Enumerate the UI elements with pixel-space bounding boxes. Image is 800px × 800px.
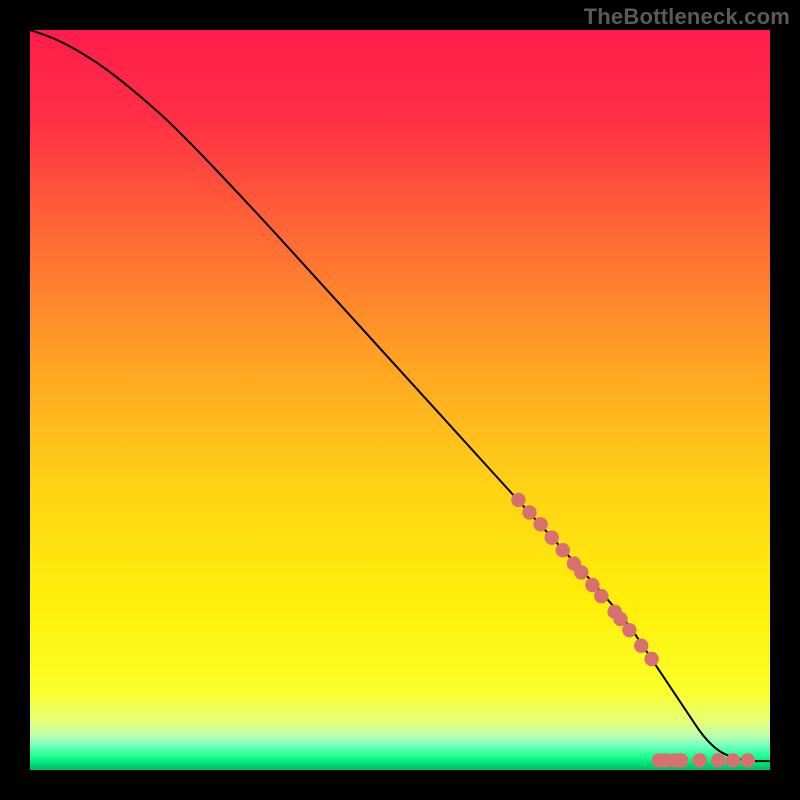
data-marker: [545, 530, 559, 544]
data-marker: [741, 753, 755, 767]
watermark-text: TheBottleneck.com: [584, 4, 790, 30]
data-marker: [634, 638, 648, 652]
chart-svg: [30, 30, 770, 770]
data-marker: [522, 505, 536, 519]
data-marker: [574, 565, 588, 579]
data-marker: [556, 543, 570, 557]
data-marker: [622, 623, 636, 637]
marker-group: [511, 493, 755, 768]
data-marker: [594, 589, 608, 603]
data-marker: [693, 753, 707, 767]
data-marker: [711, 753, 725, 767]
chart-frame: TheBottleneck.com: [0, 0, 800, 800]
data-marker: [644, 652, 658, 666]
curve-path: [30, 30, 770, 761]
data-marker: [674, 753, 688, 767]
data-marker: [726, 753, 740, 767]
plot-area: [30, 30, 770, 770]
data-marker: [533, 517, 547, 531]
data-marker: [511, 493, 525, 507]
